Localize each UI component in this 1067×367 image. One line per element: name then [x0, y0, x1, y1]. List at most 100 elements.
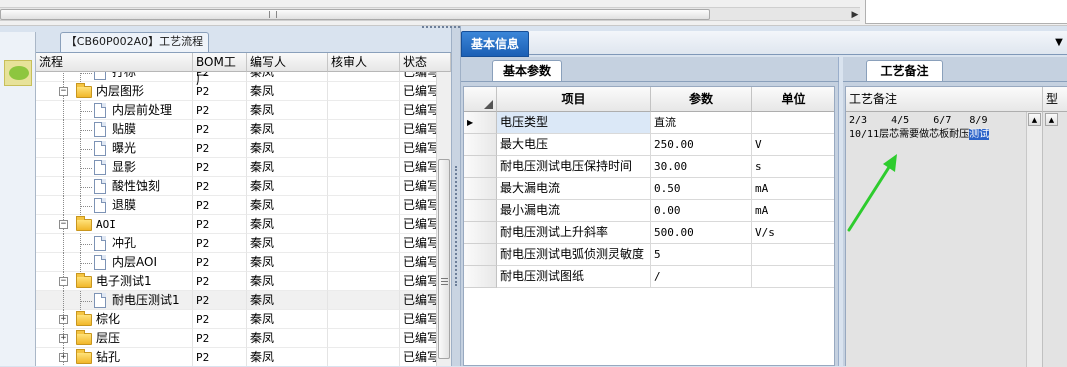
cell-factory[interactable]: P2 — [193, 329, 247, 348]
cell-writer[interactable]: 秦凤 — [247, 348, 328, 366]
cell-writer[interactable]: 秦凤 — [247, 139, 328, 158]
cell-value[interactable]: 0.00 — [651, 200, 752, 222]
cell-unit[interactable] — [752, 244, 834, 266]
top-splitter-grip-icon[interactable] — [422, 26, 460, 29]
process-flow-tab[interactable]: 【CB60P002A0】工艺流程 — [60, 32, 209, 52]
cell-writer[interactable]: 秦凤 — [247, 310, 328, 329]
table-row[interactable]: 耐电压测试图纸 / — [464, 266, 834, 288]
notes-column-header[interactable]: 工艺备注 — [846, 87, 1043, 112]
cell-item[interactable]: 最大电压 — [497, 134, 651, 156]
cell-item[interactable]: 耐电压测试电弧侦测灵敏度 — [497, 244, 651, 266]
table-row[interactable]: − AOI P2 秦凤 已编写 — [36, 215, 451, 234]
cell-reviewer[interactable] — [328, 82, 400, 101]
cell-reviewer[interactable] — [328, 120, 400, 139]
cell-factory[interactable]: P2 — [193, 215, 247, 234]
collapse-icon[interactable]: − — [59, 277, 68, 286]
cell-writer[interactable]: 秦凤 — [247, 177, 328, 196]
column-header[interactable]: 流程 — [36, 53, 193, 72]
table-row[interactable]: 内层AOI P2 秦凤 已编写 — [36, 253, 451, 272]
cell-item[interactable]: 耐电压测试上升斜率 — [497, 222, 651, 244]
scroll-up-arrow-icon[interactable]: ▲ — [1045, 113, 1058, 126]
scroll-right-arrow-icon[interactable]: ▶ — [850, 10, 860, 20]
cell-factory[interactable]: P2 — [193, 139, 247, 158]
cell-item[interactable]: 最大漏电流 — [497, 178, 651, 200]
tab-basic-params[interactable]: 基本参数 — [492, 60, 562, 82]
cell-reviewer[interactable] — [328, 234, 400, 253]
expand-icon[interactable]: + — [59, 353, 68, 362]
table-row[interactable]: − 内层图形 P2 秦凤 已编写 — [36, 82, 451, 101]
table-row[interactable]: 最大漏电流 0.50 mA — [464, 178, 834, 200]
cell-reviewer[interactable] — [328, 177, 400, 196]
chat-bubble-icon[interactable] — [4, 60, 32, 86]
column-header[interactable]: BOM工厂 — [193, 53, 247, 87]
table-row[interactable]: ▶ 电压类型 直流 — [464, 112, 834, 134]
panel-splitter[interactable] — [451, 26, 461, 366]
cell-value[interactable]: 250.00 — [651, 134, 752, 156]
cell-value[interactable]: / — [651, 266, 752, 288]
row-header[interactable] — [464, 222, 497, 244]
cell-writer[interactable]: 秦凤 — [247, 234, 328, 253]
cell-writer[interactable]: 秦凤 — [247, 196, 328, 215]
cell-writer[interactable]: 秦凤 — [247, 253, 328, 272]
cell-value[interactable]: 0.50 — [651, 178, 752, 200]
cell-reviewer[interactable] — [328, 348, 400, 366]
cell-factory[interactable]: P2 — [193, 234, 247, 253]
top-right-input-box[interactable] — [865, 0, 1067, 24]
table-row[interactable]: 耐电压测试电压保持时间 30.00 s — [464, 156, 834, 178]
tree-scrollbar-thumb[interactable] — [438, 159, 450, 359]
cell-unit[interactable]: mA — [752, 178, 834, 200]
column-header[interactable]: 核审人 — [328, 53, 400, 72]
cell-writer[interactable]: 秦凤 — [247, 291, 328, 310]
cell-factory[interactable]: P2 — [193, 253, 247, 272]
table-row[interactable]: 耐电压测试上升斜率 500.00 V/s — [464, 222, 834, 244]
cell-reviewer[interactable] — [328, 329, 400, 348]
cell-item[interactable]: 电压类型 — [497, 112, 651, 134]
table-row[interactable]: + 层压 P2 秦凤 已编写 — [36, 329, 451, 348]
table-row[interactable]: 退膜 P2 秦凤 已编写 — [36, 196, 451, 215]
cell-value[interactable]: 直流 — [651, 112, 752, 134]
row-header[interactable] — [464, 156, 497, 178]
cell-unit[interactable]: s — [752, 156, 834, 178]
cell-unit[interactable] — [752, 266, 834, 288]
cell-value[interactable]: 500.00 — [651, 222, 752, 244]
scroll-up-arrow-icon[interactable]: ▲ — [1028, 113, 1041, 126]
column-header[interactable]: 编写人 — [247, 53, 328, 72]
cell-factory[interactable]: P2 — [193, 177, 247, 196]
table-row[interactable]: 曝光 P2 秦凤 已编写 — [36, 139, 451, 158]
cell-writer[interactable]: 秦凤 — [247, 120, 328, 139]
expand-icon[interactable]: + — [59, 315, 68, 324]
cell-factory[interactable]: P2 — [193, 272, 247, 291]
table-row[interactable]: 最小漏电流 0.00 mA — [464, 200, 834, 222]
table-row[interactable]: 耐电压测试1 P2 秦凤 已编写 — [36, 291, 451, 310]
cell-item[interactable]: 最小漏电流 — [497, 200, 651, 222]
column-header[interactable]: 状态 — [400, 53, 451, 72]
row-header[interactable] — [464, 178, 497, 200]
cell-reviewer[interactable] — [328, 158, 400, 177]
cell-factory[interactable]: P2 — [193, 310, 247, 329]
cell-reviewer[interactable] — [328, 291, 400, 310]
tree-vertical-scrollbar[interactable] — [436, 71, 451, 366]
cell-writer[interactable]: 秦凤 — [247, 215, 328, 234]
row-header[interactable]: ▶ — [464, 112, 497, 134]
cell-unit[interactable] — [752, 112, 834, 134]
cell-factory[interactable]: P2 — [193, 291, 247, 310]
column-header[interactable]: 单位 — [752, 87, 834, 112]
cell-factory[interactable]: P2 — [193, 158, 247, 177]
row-header[interactable] — [464, 200, 497, 222]
cell-writer[interactable]: 秦凤 — [247, 329, 328, 348]
row-header[interactable] — [464, 134, 497, 156]
table-row[interactable]: 耐电压测试电弧侦测灵敏度 5 — [464, 244, 834, 266]
cell-reviewer[interactable] — [328, 310, 400, 329]
cell-factory[interactable]: P2 — [193, 101, 247, 120]
notes-vertical-scrollbar[interactable]: ▲ — [1027, 112, 1043, 367]
cell-writer[interactable]: 秦凤 — [247, 272, 328, 291]
row-header[interactable] — [464, 244, 497, 266]
tab-basic-info[interactable]: 基本信息 — [461, 31, 529, 57]
table-row[interactable]: 最大电压 250.00 V — [464, 134, 834, 156]
cell-writer[interactable]: 秦凤 — [247, 101, 328, 120]
cell-item[interactable]: 耐电压测试电压保持时间 — [497, 156, 651, 178]
collapse-icon[interactable]: − — [59, 220, 68, 229]
cell-reviewer[interactable] — [328, 139, 400, 158]
cell-reviewer[interactable] — [328, 101, 400, 120]
table-row[interactable]: 贴膜 P2 秦凤 已编写 — [36, 120, 451, 139]
